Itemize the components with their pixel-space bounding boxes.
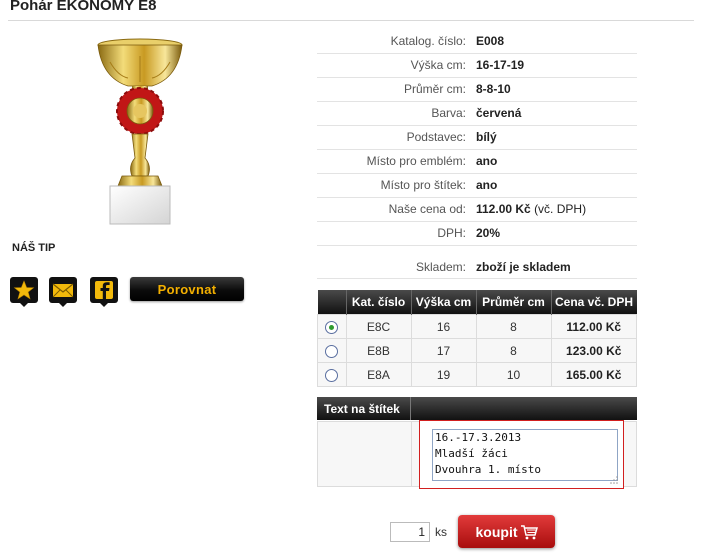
- quantity-input[interactable]: [390, 522, 430, 542]
- variant-diameter: 10: [475, 362, 552, 387]
- variant-radio[interactable]: [325, 344, 339, 358]
- buy-button-label: koupit: [475, 523, 518, 540]
- spec-label: Skladem:: [415, 260, 466, 274]
- label-text-input[interactable]: 16.-17.3.2013 Mladší žáci Dvouhra 1. mís…: [432, 429, 618, 481]
- price-vat-note: (vč. DPH): [534, 202, 587, 216]
- compare-button[interactable]: Porovnat: [130, 277, 244, 301]
- quantity-unit: ks: [435, 525, 447, 539]
- select-column-header: [317, 290, 346, 315]
- spec-value: 112.00 Kč (vč. DPH): [476, 198, 586, 221]
- variant-code: E8A: [345, 362, 412, 387]
- spec-label: Katalog. číslo:: [390, 34, 466, 48]
- variant-height: 17: [410, 338, 477, 363]
- variant-radio[interactable]: [325, 320, 339, 334]
- spec-label: Výška cm:: [410, 58, 466, 72]
- column-header: Průměr cm: [475, 290, 551, 315]
- spec-value: 8-8-10: [476, 82, 511, 96]
- our-tip-label: NÁŠ TIP: [12, 242, 56, 254]
- variant-diameter: 8: [475, 338, 552, 363]
- variant-radio-cell[interactable]: [317, 362, 347, 387]
- facebook-icon[interactable]: [88, 276, 120, 308]
- trophy-image: [97, 38, 183, 225]
- variant-code: E8B: [345, 338, 412, 363]
- variant-height: 19: [410, 362, 477, 387]
- label-text-header: Text na štítek: [317, 397, 637, 420]
- spec-row-height: Výška cm: 16-17-19: [317, 54, 637, 78]
- spec-row-diameter: Průměr cm: 8-8-10: [317, 78, 637, 102]
- table-row[interactable]: E8C 16 8 112.00 Kč: [317, 314, 637, 339]
- title-divider: [8, 20, 694, 21]
- spec-row-emblem-place: Místo pro emblém: ano: [317, 150, 637, 174]
- spec-label: Naše cena od:: [388, 202, 466, 216]
- spec-value: bílý: [476, 130, 497, 144]
- variant-height: 16: [410, 314, 477, 339]
- column-divider: [411, 422, 412, 486]
- variant-radio-cell[interactable]: [317, 338, 347, 363]
- star-icon[interactable]: [8, 276, 40, 308]
- envelope-icon[interactable]: [47, 276, 79, 308]
- variant-price: 165.00 Kč: [550, 362, 637, 387]
- spec-label: Místo pro emblém:: [366, 154, 466, 168]
- table-row[interactable]: E8B 17 8 123.00 Kč: [317, 338, 637, 363]
- label-text-frame: 16.-17.3.2013 Mladší žáci Dvouhra 1. mís…: [419, 420, 624, 489]
- spec-value: ano: [476, 178, 498, 192]
- spec-value: 20%: [476, 226, 501, 240]
- header-divider: [410, 397, 411, 420]
- column-header: Výška cm: [410, 290, 476, 315]
- column-header: Cena vč. DPH: [550, 290, 637, 315]
- spec-value: ano: [476, 154, 498, 168]
- spec-label: Místo pro štítek:: [380, 178, 466, 192]
- price-value: 112.00 Kč: [476, 202, 531, 216]
- variant-table: Kat. číslo Výška cm Průměr cm Cena vč. D…: [317, 290, 637, 387]
- variant-price: 123.00 Kč: [550, 338, 637, 363]
- spec-row-price: Naše cena od: 112.00 Kč (vč. DPH): [317, 198, 637, 222]
- spec-label: Barva:: [431, 106, 466, 120]
- spec-value: 16-17-19: [476, 58, 525, 72]
- column-header: Kat. číslo: [345, 290, 411, 315]
- variant-diameter: 8: [475, 314, 552, 339]
- spec-value: červená: [476, 106, 522, 120]
- cart-icon: [520, 524, 538, 539]
- table-row[interactable]: E8A 19 10 165.00 Kč: [317, 362, 637, 387]
- spec-value: zboží je skladem: [476, 260, 571, 274]
- spec-label: Průměr cm:: [403, 82, 466, 96]
- spec-row-stock: Skladem: zboží je skladem: [317, 246, 637, 279]
- spec-row-color: Barva: červená: [317, 102, 637, 126]
- buy-button[interactable]: koupit: [458, 515, 555, 548]
- resize-grip-icon[interactable]: [610, 476, 618, 484]
- spec-label: DPH:: [437, 226, 466, 240]
- spec-row-vat: DPH: 20%: [317, 222, 637, 246]
- variant-radio[interactable]: [325, 368, 339, 382]
- spec-list: Katalog. číslo: E008 Výška cm: 16-17-19 …: [317, 30, 637, 279]
- variant-code: E8C: [345, 314, 412, 339]
- variant-price: 112.00 Kč: [550, 314, 637, 339]
- page-title: Pohár EKONOMY E8: [10, 0, 157, 14]
- variant-table-header: Kat. číslo Výška cm Průměr cm Cena vč. D…: [317, 290, 637, 315]
- spec-value: E008: [476, 34, 505, 48]
- label-text-heading: Text na štítek: [324, 402, 400, 416]
- spec-row-label-place: Místo pro štítek: ano: [317, 174, 637, 198]
- spec-row-base: Podstavec: bílý: [317, 126, 637, 150]
- variant-radio-cell[interactable]: [317, 314, 347, 339]
- spec-label: Podstavec:: [406, 130, 466, 144]
- spec-row-catalog-number: Katalog. číslo: E008: [317, 30, 637, 54]
